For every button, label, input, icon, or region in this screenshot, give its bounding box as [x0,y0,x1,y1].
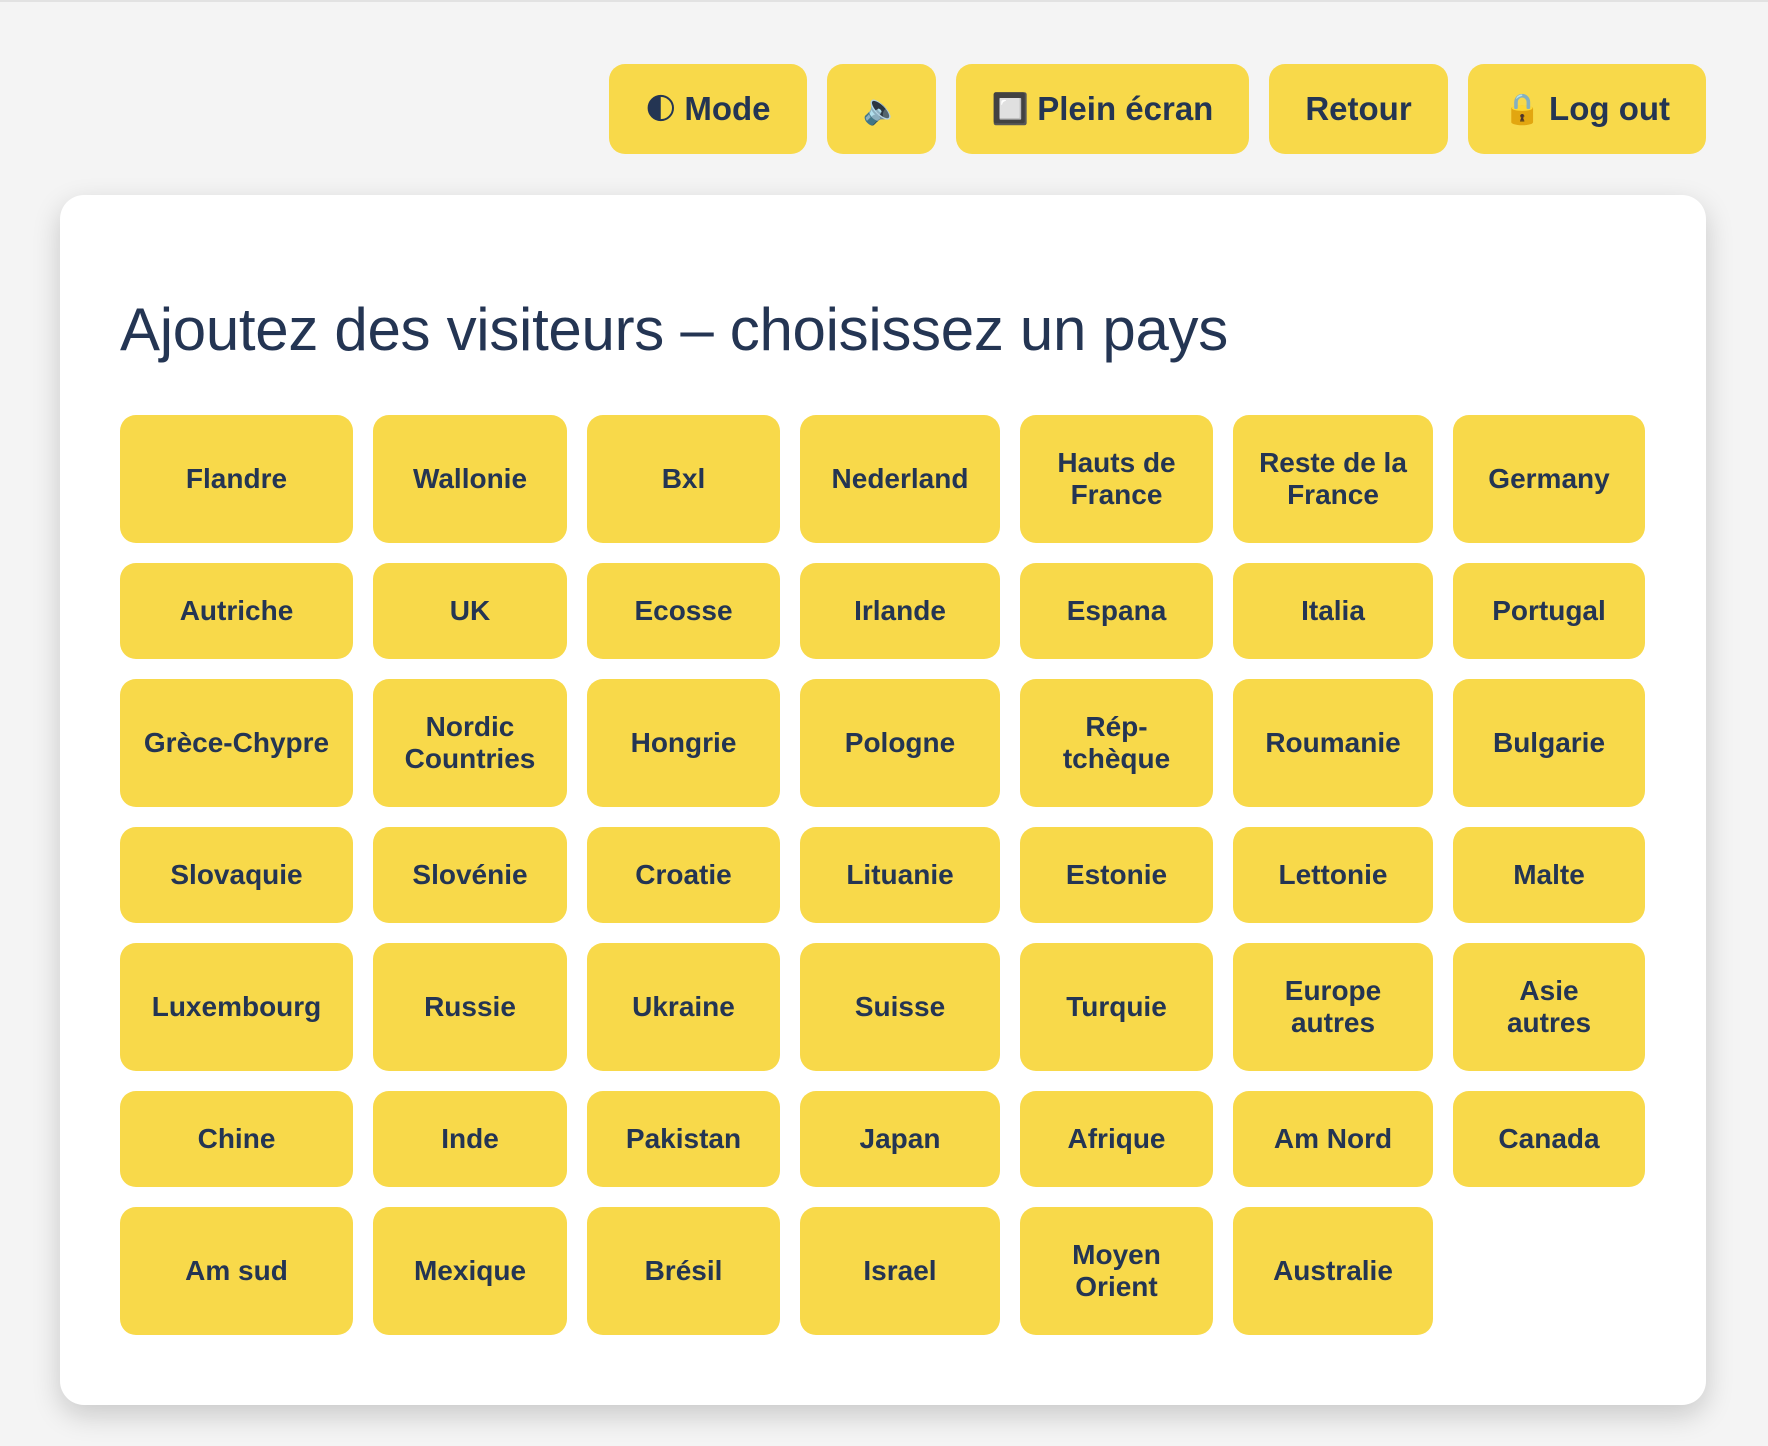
country-button[interactable]: Nordic Countries [373,679,567,807]
country-button[interactable]: Brésil [587,1207,780,1335]
sound-button[interactable]: 🔈 [826,64,936,154]
country-button[interactable]: Italia [1233,563,1433,659]
mode-button-label: Mode [684,90,771,127]
back-button[interactable]: Retour [1269,64,1448,154]
country-button[interactable]: Am Nord [1233,1091,1433,1187]
country-button[interactable]: Lettonie [1233,827,1433,923]
country-button[interactable]: Mexique [373,1207,567,1335]
country-button[interactable]: Reste de la France [1233,415,1433,543]
country-button[interactable]: Moyen Orient [1020,1207,1213,1335]
country-button[interactable]: Inde [373,1091,567,1187]
country-button[interactable]: Lituanie [800,827,1000,923]
country-button[interactable]: Portugal [1453,563,1645,659]
speaker-icon: 🔈 [862,92,900,126]
country-button[interactable]: Suisse [800,943,1000,1071]
mode-button[interactable]: 🌓 Mode [609,64,807,154]
country-button[interactable]: Chine [120,1091,353,1187]
country-button[interactable]: Wallonie [373,415,567,543]
country-button[interactable]: Hongrie [587,679,780,807]
country-button[interactable]: UK [373,563,567,659]
country-button[interactable]: Slovénie [373,827,567,923]
country-button[interactable]: Russie [373,943,567,1071]
country-button[interactable]: Malte [1453,827,1645,923]
square-icon: 🔲 [991,92,1030,126]
fullscreen-button-label: Plein écran [1037,90,1214,127]
country-button[interactable]: Europe autres [1233,943,1433,1071]
half-moon-icon: 🌓 [645,92,677,126]
country-button[interactable]: Espana [1020,563,1213,659]
country-button[interactable]: Bxl [587,415,780,543]
country-button[interactable]: Asie autres [1453,943,1645,1071]
back-button-label: Retour [1305,90,1412,127]
country-button[interactable]: Israel [800,1207,1000,1335]
country-button[interactable]: Estonie [1020,827,1213,923]
country-button[interactable]: Irlande [800,563,1000,659]
logout-button[interactable]: 🔒 Log out [1467,64,1706,154]
country-grid: Flandre Wallonie Bxl Nederland Hauts de Fran… [120,415,1646,1335]
country-button[interactable]: Roumanie [1233,679,1433,807]
country-button[interactable]: Autriche [120,563,353,659]
lock-icon: 🔒 [1503,92,1542,126]
country-button[interactable]: Luxembourg [120,943,353,1071]
country-button[interactable]: Pakistan [587,1091,780,1187]
country-card: Ajoutez des visiteurs – choisissez un pa… [60,195,1706,1405]
country-button[interactable]: Canada [1453,1091,1645,1187]
country-button[interactable]: Rép-tchèque [1020,679,1213,807]
country-button[interactable]: Grèce-Chypre [120,679,353,807]
country-button[interactable]: Croatie [587,827,780,923]
country-button[interactable]: Am sud [120,1207,353,1335]
country-button[interactable]: Japan [800,1091,1000,1187]
country-button[interactable]: Afrique [1020,1091,1213,1187]
country-button[interactable]: Slovaquie [120,827,353,923]
page: 🌓 Mode 🔈 🔲 Plein écran Retour 🔒 Log out … [0,0,1768,1446]
country-button[interactable]: Nederland [800,415,1000,543]
fullscreen-button[interactable]: 🔲 Plein écran [955,64,1250,154]
country-button[interactable]: Turquie [1020,943,1213,1071]
logout-button-label: Log out [1549,90,1670,127]
country-button[interactable]: Australie [1233,1207,1433,1335]
country-button[interactable]: Ukraine [587,943,780,1071]
country-button[interactable]: Bulgarie [1453,679,1645,807]
country-button[interactable]: Ecosse [587,563,780,659]
country-button[interactable]: Germany [1453,415,1645,543]
country-button[interactable]: Hauts de France [1020,415,1213,543]
country-button[interactable]: Pologne [800,679,1000,807]
country-button[interactable]: Flandre [120,415,353,543]
page-title: Ajoutez des visiteurs – choisissez un pa… [120,296,1228,363]
toolbar: 🌓 Mode 🔈 🔲 Plein écran Retour 🔒 Log out [609,64,1706,154]
